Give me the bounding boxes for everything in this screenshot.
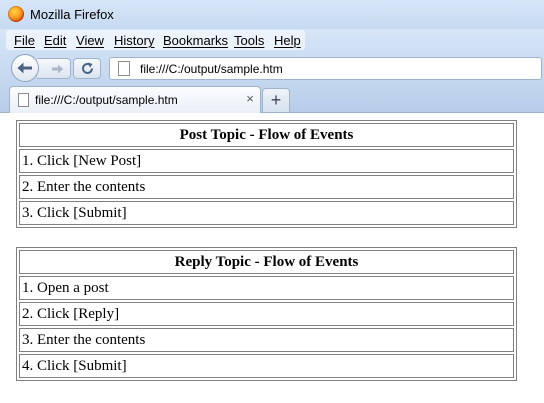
reload-icon — [82, 62, 93, 74]
menu-edit[interactable]: Edit — [44, 33, 66, 48]
table-row: 3. Enter the contents — [19, 328, 514, 352]
back-arrow-icon — [17, 62, 32, 74]
table-row: 2. Enter the contents — [19, 175, 514, 199]
table-row: 3. Click [Submit] — [19, 201, 514, 225]
close-icon[interactable]: × — [243, 91, 257, 107]
menu-bar: File Edit View History Bookmarks Tools H… — [0, 29, 544, 51]
address-input[interactable]: file:///C:/output/sample.htm — [140, 62, 283, 76]
tab-bar: file:///C:/output/sample.htm × + — [0, 84, 544, 113]
address-bar[interactable]: file:///C:/output/sample.htm — [109, 57, 542, 80]
forward-arrow-icon — [52, 64, 63, 74]
reload-button[interactable] — [73, 58, 101, 79]
menu-tools[interactable]: Tools — [234, 33, 264, 48]
forward-button[interactable] — [37, 58, 71, 79]
page-content: Post Topic - Flow of Events 1. Click [Ne… — [0, 114, 544, 403]
menu-file[interactable]: File — [14, 33, 35, 48]
table-title: Post Topic - Flow of Events — [19, 123, 514, 147]
table-title: Reply Topic - Flow of Events — [19, 250, 514, 274]
reply-topic-table: Reply Topic - Flow of Events 1. Open a p… — [16, 247, 517, 381]
new-tab-button[interactable]: + — [262, 88, 290, 112]
page-icon — [118, 61, 130, 76]
firefox-logo-icon — [8, 6, 24, 22]
table-row: 4. Click [Submit] — [19, 354, 514, 378]
title-bar: Mozilla Firefox — [0, 0, 544, 29]
post-topic-table: Post Topic - Flow of Events 1. Click [Ne… — [16, 120, 517, 228]
menu-help[interactable]: Help — [274, 33, 301, 48]
tab-active[interactable]: file:///C:/output/sample.htm × — [9, 86, 261, 113]
page-icon — [18, 93, 29, 107]
table-row: 2. Click [Reply] — [19, 302, 514, 326]
menu-history[interactable]: History — [114, 33, 154, 48]
menu-bookmarks[interactable]: Bookmarks — [163, 33, 228, 48]
tab-title: file:///C:/output/sample.htm — [35, 93, 178, 107]
back-forward-group — [11, 54, 71, 82]
table-row: 1. Click [New Post] — [19, 149, 514, 173]
navigation-toolbar: file:///C:/output/sample.htm — [0, 51, 544, 84]
back-button[interactable] — [11, 54, 39, 82]
menu-view[interactable]: View — [76, 33, 104, 48]
table-row: 1. Open a post — [19, 276, 514, 300]
window-title: Mozilla Firefox — [30, 7, 114, 22]
